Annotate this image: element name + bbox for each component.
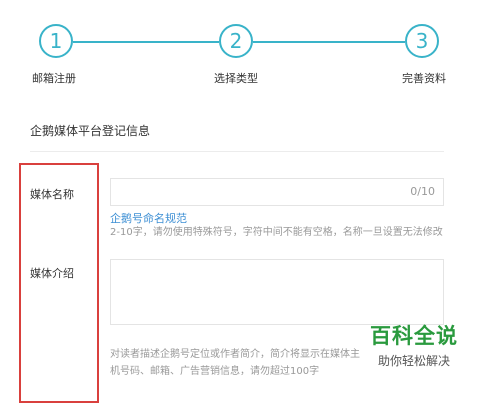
media-intro-textarea[interactable] <box>110 259 444 325</box>
step-1-circle: 1 <box>39 24 73 58</box>
watermark-sub-text: 助你轻松解决 <box>377 354 450 368</box>
highlight-annotation-box <box>19 163 99 403</box>
step-3-circle: 3 <box>405 24 439 58</box>
media-intro-hint-line1: 对读者描述企鹅号定位或作者简介，简介将显示在媒体主 <box>110 349 360 360</box>
registration-stepper: 1 2 3 邮箱注册 选择类型 完善资料 <box>0 0 500 95</box>
section-title: 企鹅媒体平台登记信息 <box>30 124 151 138</box>
media-intro-hint-line2: 机号码、邮箱、广告营销信息，请勿超过100字 <box>110 366 320 377</box>
watermark-main-text: 百科全说 <box>370 324 458 348</box>
section-divider <box>30 151 444 152</box>
step-connector-1-2 <box>73 41 219 43</box>
media-name-input[interactable]: 0/10 <box>110 178 444 206</box>
media-name-counter: 0/10 <box>410 185 435 198</box>
media-name-hint: 2-10字，请勿使用特殊符号，字符中间不能有空格，名称一旦设置无法修改 <box>110 227 443 238</box>
step-connector-2-3 <box>253 41 405 43</box>
watermark-logo: 百科全说 助你轻松解决 <box>364 320 464 369</box>
step-2-circle: 2 <box>219 24 253 58</box>
step-2-label: 选择类型 <box>214 72 258 85</box>
step-1-label: 邮箱注册 <box>32 72 76 85</box>
step-3-label: 完善资料 <box>402 72 446 85</box>
